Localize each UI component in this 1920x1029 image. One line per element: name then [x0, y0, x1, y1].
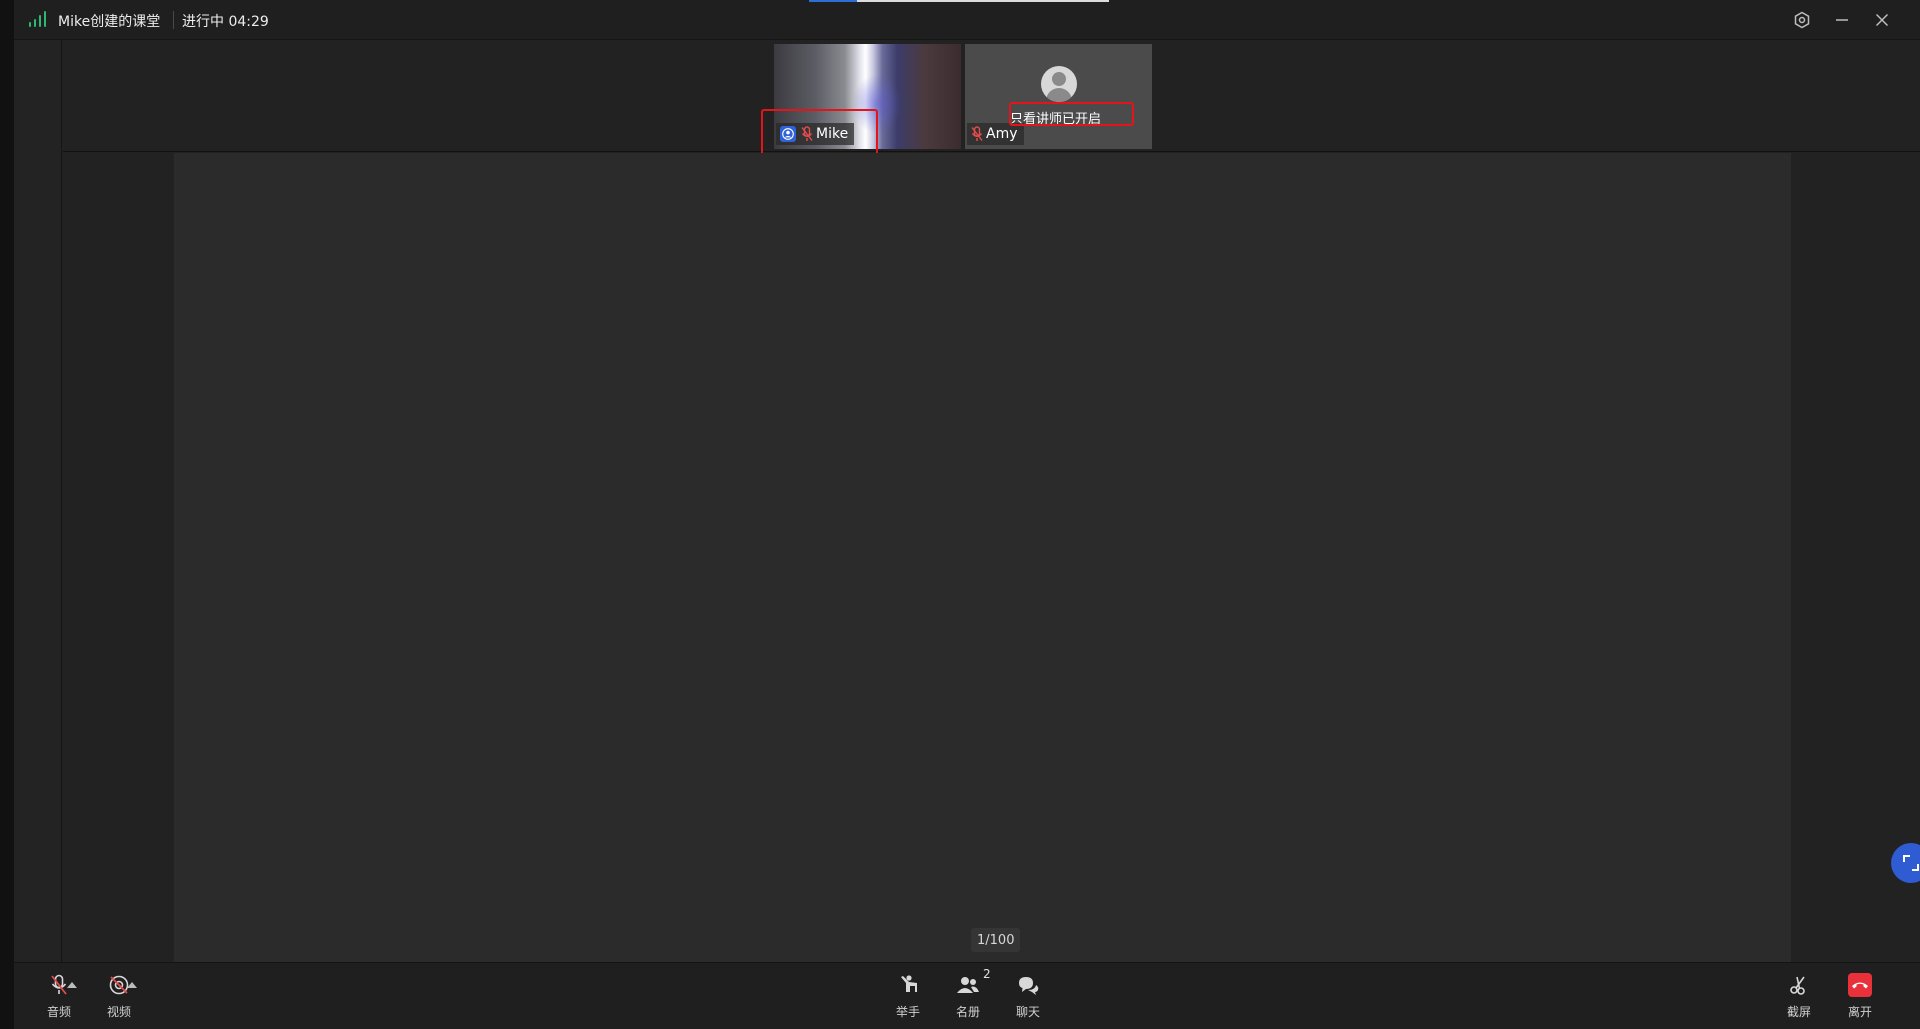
hang-up-icon: [1848, 973, 1872, 997]
raise-hand-button[interactable]: 举手: [884, 973, 932, 1025]
close-icon: [1875, 13, 1889, 27]
video-strip: Mike 只看讲师已开启 Amy: [63, 41, 1920, 157]
participant-name-tag: Mike: [776, 123, 855, 145]
raise-hand-label: 举手: [895, 1005, 920, 1019]
left-side-panel: [14, 40, 62, 962]
leave-label: 离开: [1847, 1005, 1872, 1019]
minimize-button[interactable]: [1829, 8, 1855, 32]
mic-off-icon: [971, 126, 983, 141]
host-badge-icon: [780, 126, 796, 142]
video-tile-amy[interactable]: 只看讲师已开启 Amy: [965, 44, 1152, 149]
participant-name: Amy: [986, 126, 1018, 142]
video-button[interactable]: 视频: [95, 973, 143, 1025]
screenshot-button[interactable]: 截屏: [1775, 973, 1823, 1025]
fullscreen-icon: [1903, 855, 1919, 871]
roster-count-badge: 2: [983, 967, 991, 981]
bottom-toolbar: 音频 视频 举手 2 名册 聊天 截屏 离开: [14, 962, 1920, 1029]
camera-feed: [852, 74, 902, 134]
title-bar: Mike创建的课堂 进行中 04:29: [14, 0, 1920, 40]
teacher-only-mode-label: 只看讲师已开启: [1010, 112, 1102, 127]
audio-options-caret[interactable]: [67, 982, 77, 988]
audio-label: 音频: [46, 1005, 71, 1019]
settings-button[interactable]: [1789, 8, 1815, 32]
mic-off-icon: [51, 974, 67, 995]
participant-name: Mike: [816, 126, 849, 142]
default-avatar-icon: [1041, 66, 1077, 102]
participant-name-tag: Amy: [967, 123, 1024, 145]
session-status: 进行中 04:29: [182, 14, 269, 30]
page-indicator: 1/100: [971, 928, 1021, 952]
classroom-window: Mike创建的课堂 进行中 04:29 Mike 只看讲师已开启 Amy 1/1…: [14, 0, 1920, 1029]
roster-button[interactable]: 2 名册: [944, 967, 992, 1025]
scissors-icon: [1790, 976, 1805, 995]
video-label: 视频: [106, 1005, 131, 1019]
audio-button[interactable]: 音频: [35, 973, 83, 1025]
whiteboard-canvas[interactable]: 1/100: [174, 153, 1791, 962]
room-title: Mike创建的课堂: [58, 14, 161, 30]
loading-progress-bar: [809, 0, 1109, 2]
title-divider: [173, 11, 174, 29]
screenshot-label: 截屏: [1786, 1005, 1811, 1019]
whiteboard-area: 1/100: [63, 153, 1920, 962]
chat-label: 聊天: [1015, 1005, 1040, 1019]
close-button[interactable]: [1869, 8, 1895, 32]
roster-label: 名册: [955, 1005, 980, 1019]
roster-icon: [957, 977, 979, 993]
settings-icon: [1794, 11, 1810, 29]
chat-button[interactable]: 聊天: [1004, 973, 1052, 1025]
minimize-icon: [1836, 19, 1848, 21]
video-options-caret[interactable]: [127, 982, 137, 988]
signal-strength-icon: [29, 11, 47, 27]
raise-hand-icon: [901, 975, 917, 992]
video-tile-mike[interactable]: Mike: [774, 44, 961, 149]
fullscreen-button[interactable]: [1891, 843, 1920, 883]
leave-button[interactable]: 离开: [1836, 973, 1884, 1025]
loading-progress-fill: [809, 0, 857, 2]
mic-off-icon: [801, 126, 813, 141]
chat-icon: [1019, 977, 1039, 995]
